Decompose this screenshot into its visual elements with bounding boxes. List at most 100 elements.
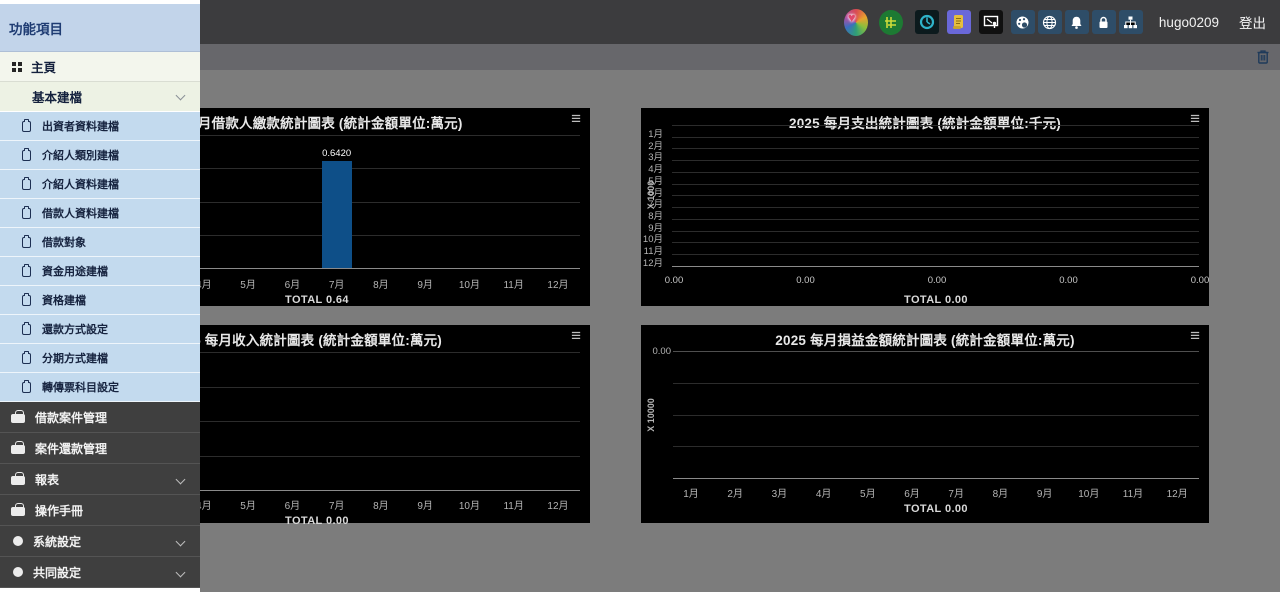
x-tick-label: 5月: [240, 497, 256, 512]
sidebar-item[interactable]: 共同設定: [0, 557, 200, 588]
briefcase-icon: [11, 414, 25, 423]
y-tick-label: 0.00: [653, 346, 672, 357]
sidebar-item[interactable]: 借款對象: [0, 228, 200, 257]
sidebar-item[interactable]: 介紹人資料建檔: [0, 170, 200, 199]
gridline: [672, 254, 1199, 255]
username[interactable]: hugo0209: [1159, 15, 1219, 30]
sidebar-item[interactable]: 還款方式設定: [0, 315, 200, 344]
sidebar-item[interactable]: 借款案件管理: [0, 402, 200, 433]
sidebar-group-basic-files[interactable]: 基本建檔: [0, 82, 200, 112]
gridline: [672, 195, 1199, 196]
document-icon: [22, 121, 31, 132]
sidebar-item-label: 借款案件管理: [35, 409, 107, 426]
globe-icon[interactable]: [1038, 10, 1062, 34]
flower-brand-logo-icon[interactable]: [844, 10, 868, 34]
briefcase-icon: [11, 476, 25, 485]
gridline: [672, 207, 1199, 208]
sidebar-item[interactable]: 分期方式建檔: [0, 344, 200, 373]
bell-icon[interactable]: [1065, 10, 1089, 34]
sidebar-item[interactable]: 介紹人類別建檔: [0, 141, 200, 170]
circle-icon: [13, 567, 23, 577]
x-tick-label: 11月: [503, 497, 523, 512]
sidebar-item[interactable]: 操作手冊: [0, 495, 200, 526]
x-tick-label: 12月: [547, 497, 568, 512]
document-icon: [22, 150, 31, 161]
gridline: [672, 148, 1199, 149]
y-tick-label: 12月: [641, 255, 663, 269]
chart-total-label: TOTAL 0.00: [904, 503, 968, 515]
sidebar-item[interactable]: 出資者資料建檔: [0, 112, 200, 141]
sidebar-item[interactable]: 資格建檔: [0, 286, 200, 315]
sidebar-item-label: 系統設定: [33, 533, 81, 550]
sidebar-item-label: 還款方式設定: [42, 321, 108, 337]
scroll-app-icon[interactable]: [947, 10, 971, 34]
sidebar-item-label: 報表: [35, 471, 59, 488]
sidebar-item-label: 介紹人資料建檔: [42, 176, 119, 192]
x-tick-label: 6月: [285, 497, 301, 512]
sidebar-item[interactable]: 案件還款管理: [0, 433, 200, 464]
sidebar-item[interactable]: 系統設定: [0, 526, 200, 557]
sidebar-item[interactable]: 借款人資料建檔: [0, 199, 200, 228]
sidebar-sub-list: 出資者資料建檔介紹人類別建檔介紹人資料建檔借款人資料建檔借款對象資金用途建檔資格…: [0, 112, 200, 402]
sidebar-item-label: 資格建檔: [42, 292, 86, 308]
x-tick-label: 10月: [459, 497, 480, 512]
y-axis-label: X 10000: [646, 398, 656, 432]
presentation-app-icon[interactable]: [979, 10, 1003, 34]
sidebar-item-home[interactable]: 主頁: [0, 52, 200, 82]
sidebar-item-label: 介紹人類別建檔: [42, 147, 119, 163]
chart-total-label: TOTAL 0.00: [285, 515, 349, 527]
sidebar-item-label: 轉傳票科目設定: [42, 379, 119, 395]
gridline: [672, 184, 1199, 185]
x-tick-label: 9月: [417, 276, 433, 291]
gridline: [672, 160, 1199, 161]
screen: hugo0209 登出 2025 每月借款人繳款統計圖表 (統計金額單位:萬元)…: [0, 0, 1280, 592]
sitemap-icon[interactable]: [1119, 10, 1143, 34]
palette-icon[interactable]: [1011, 10, 1035, 34]
x-tick-label: 4月: [816, 485, 832, 500]
x-tick-label: 2月: [727, 485, 743, 500]
sidebar-item-label: 共同設定: [33, 564, 81, 581]
chart-total-label: TOTAL 0.64: [285, 294, 349, 306]
x-tick-label: 0.00: [665, 275, 684, 286]
chevron-down-icon: [176, 568, 186, 578]
sidebar-item[interactable]: 資金用途建檔: [0, 257, 200, 286]
green-brand-logo-icon[interactable]: [879, 10, 903, 34]
x-tick-label: 5月: [240, 276, 256, 291]
document-icon: [22, 266, 31, 277]
clock-app-icon[interactable]: [915, 10, 939, 34]
x-axis-line: [673, 478, 1199, 479]
document-icon: [22, 237, 31, 248]
trash-icon[interactable]: [1255, 49, 1271, 65]
chart-panel-monthly-expense: 2025 每月支出統計圖表 (統計金額單位:千元) ≡ 1月2月3月4月5月6月…: [641, 108, 1209, 306]
x-tick-label: 7月: [948, 485, 964, 500]
document-icon: [22, 295, 31, 306]
x-tick-label: 12月: [547, 276, 568, 291]
x-tick-label: 9月: [1037, 485, 1053, 500]
document-icon: [22, 208, 31, 219]
document-icon: [22, 353, 31, 364]
briefcase-icon: [11, 445, 25, 454]
logout-button[interactable]: 登出: [1239, 12, 1266, 32]
x-tick-label: 3月: [772, 485, 788, 500]
sidebar-item-label: 資金用途建檔: [42, 263, 108, 279]
sidebar-item[interactable]: 報表: [0, 464, 200, 495]
x-tick-label: 0.00: [928, 275, 947, 286]
lock-icon[interactable]: [1092, 10, 1116, 34]
sidebar-item-label: 案件還款管理: [35, 440, 107, 457]
sidebar-main-list: 借款案件管理案件還款管理報表操作手冊系統設定共同設定: [0, 402, 200, 588]
x-tick-label: 0.00: [1059, 275, 1078, 286]
bar-7月[interactable]: [322, 161, 352, 268]
x-tick-label: 1月: [683, 485, 699, 500]
sidebar-title: 功能項目: [0, 4, 200, 52]
x-tick-label: 10月: [1078, 485, 1099, 500]
x-tick-label: 8月: [373, 276, 389, 291]
navbar-right-group: hugo0209 登出: [844, 0, 1274, 44]
chevron-down-icon: [176, 91, 186, 101]
gridline: [672, 219, 1199, 220]
gridline: [673, 446, 1199, 447]
x-tick-label: 10月: [459, 276, 480, 291]
sidebar-group-label: 基本建檔: [32, 87, 82, 106]
x-tick-label: 7月: [329, 497, 345, 512]
sidebar-item[interactable]: 轉傳票科目設定: [0, 373, 200, 402]
gridline: [672, 231, 1199, 232]
